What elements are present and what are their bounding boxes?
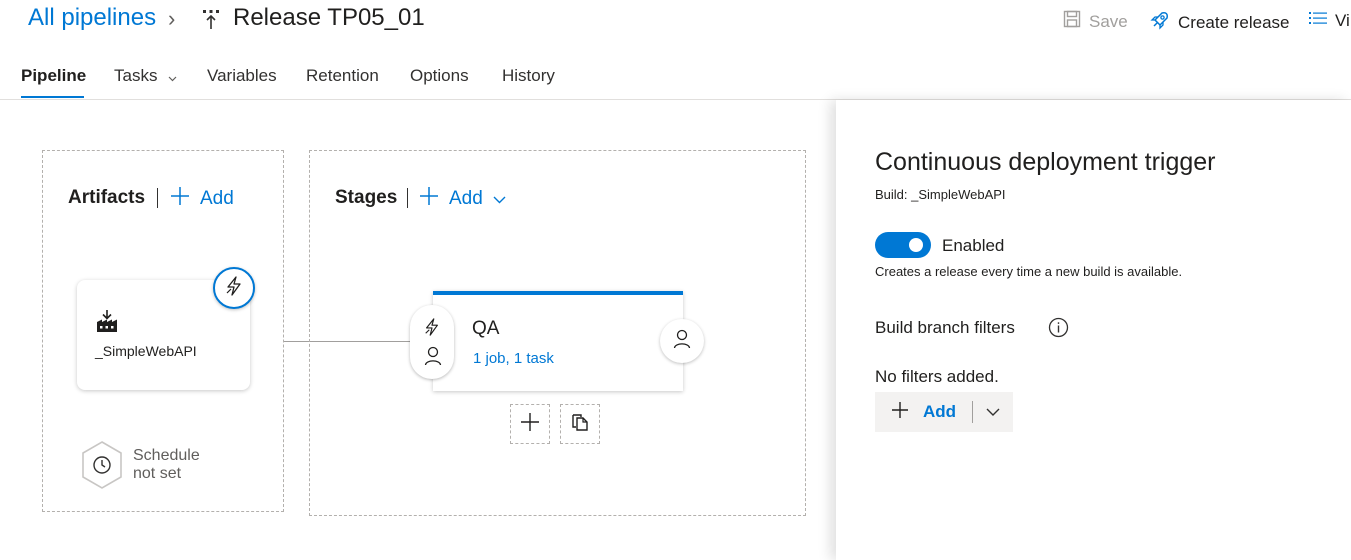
- person-icon: [673, 329, 691, 354]
- post-deployment-conditions[interactable]: [660, 319, 704, 363]
- chevron-down-icon: [493, 188, 506, 210]
- schedule-line2: not set: [133, 465, 182, 482]
- tab-retention[interactable]: Retention: [306, 66, 379, 86]
- continuous-deployment-trigger-button[interactable]: [213, 267, 255, 309]
- plus-icon: [419, 186, 439, 212]
- add-stage-label: Add: [449, 188, 483, 209]
- toggle-description: Creates a release every time a new build…: [875, 264, 1183, 279]
- panel-title: Continuous deployment trigger: [875, 148, 1216, 176]
- add-artifact-button[interactable]: Add: [170, 186, 234, 212]
- artifacts-title: Artifacts: [68, 187, 146, 208]
- view-releases-label: Vi: [1335, 10, 1350, 30]
- add-filter-split-button: Add: [875, 392, 1013, 432]
- stage-name: QA: [472, 318, 500, 339]
- tab-pipeline[interactable]: Pipeline: [21, 66, 86, 86]
- add-filter-button[interactable]: Add: [875, 392, 972, 432]
- enabled-toggle[interactable]: [875, 232, 931, 258]
- breadcrumb-separator-icon: ›: [168, 6, 176, 31]
- create-release-button[interactable]: Create release: [1150, 10, 1290, 35]
- add-stage-button[interactable]: Add: [419, 186, 506, 212]
- add-artifact-label: Add: [200, 188, 234, 209]
- save-button[interactable]: Save: [1063, 10, 1128, 33]
- plus-icon: [891, 401, 909, 424]
- build-artifact-icon: [95, 309, 119, 338]
- stages-title: Stages: [335, 187, 398, 208]
- filters-title: Build branch filters: [875, 318, 1015, 337]
- page-title: Release TP05_01: [233, 4, 425, 31]
- save-label: Save: [1089, 11, 1128, 31]
- view-releases-button[interactable]: Vi: [1309, 10, 1350, 31]
- rocket-icon: [1150, 10, 1170, 35]
- tab-variables[interactable]: Variables: [207, 66, 277, 86]
- toggle-label: Enabled: [942, 236, 1005, 255]
- artifacts-divider: [157, 188, 158, 208]
- release-pipeline-icon: [202, 8, 220, 30]
- stage-jobs-link[interactable]: 1 job, 1 task: [473, 350, 554, 367]
- chevron-down-icon: [168, 67, 177, 87]
- schedule-line1: Schedule: [133, 447, 200, 464]
- person-icon: [424, 346, 442, 371]
- active-tab-indicator: [21, 96, 84, 98]
- list-icon: [1309, 10, 1327, 31]
- add-filter-dropdown-button[interactable]: [973, 392, 1013, 432]
- chevron-down-icon: [986, 403, 1000, 421]
- tab-tasks-label: Tasks: [114, 66, 158, 85]
- tab-options[interactable]: Options: [410, 66, 469, 86]
- info-icon[interactable]: [1048, 317, 1069, 343]
- toggle-knob: [909, 238, 923, 252]
- lightning-icon: [423, 318, 441, 341]
- lightning-icon: [224, 275, 244, 301]
- schedule-status: Schedule not set: [133, 447, 200, 483]
- tab-tasks[interactable]: Tasks: [114, 66, 177, 87]
- panel-subtitle: Build: _SimpleWebAPI: [875, 187, 1006, 202]
- artifact-name: _SimpleWebAPI: [95, 343, 197, 359]
- stages-divider: [407, 188, 408, 208]
- tab-history[interactable]: History: [502, 66, 555, 86]
- breadcrumb-all-pipelines[interactable]: All pipelines: [28, 4, 156, 32]
- clone-stage-button[interactable]: [560, 404, 600, 444]
- create-release-label: Create release: [1178, 12, 1290, 32]
- add-filter-label: Add: [923, 402, 957, 421]
- clone-icon: [570, 412, 590, 437]
- save-icon: [1063, 10, 1081, 33]
- plus-icon: [520, 412, 540, 437]
- schedule-button[interactable]: [80, 440, 124, 495]
- plus-icon: [170, 186, 190, 212]
- no-filters-text: No filters added.: [875, 367, 999, 386]
- add-stage-below-button[interactable]: [510, 404, 550, 444]
- stage-card-qa[interactable]: [433, 291, 683, 391]
